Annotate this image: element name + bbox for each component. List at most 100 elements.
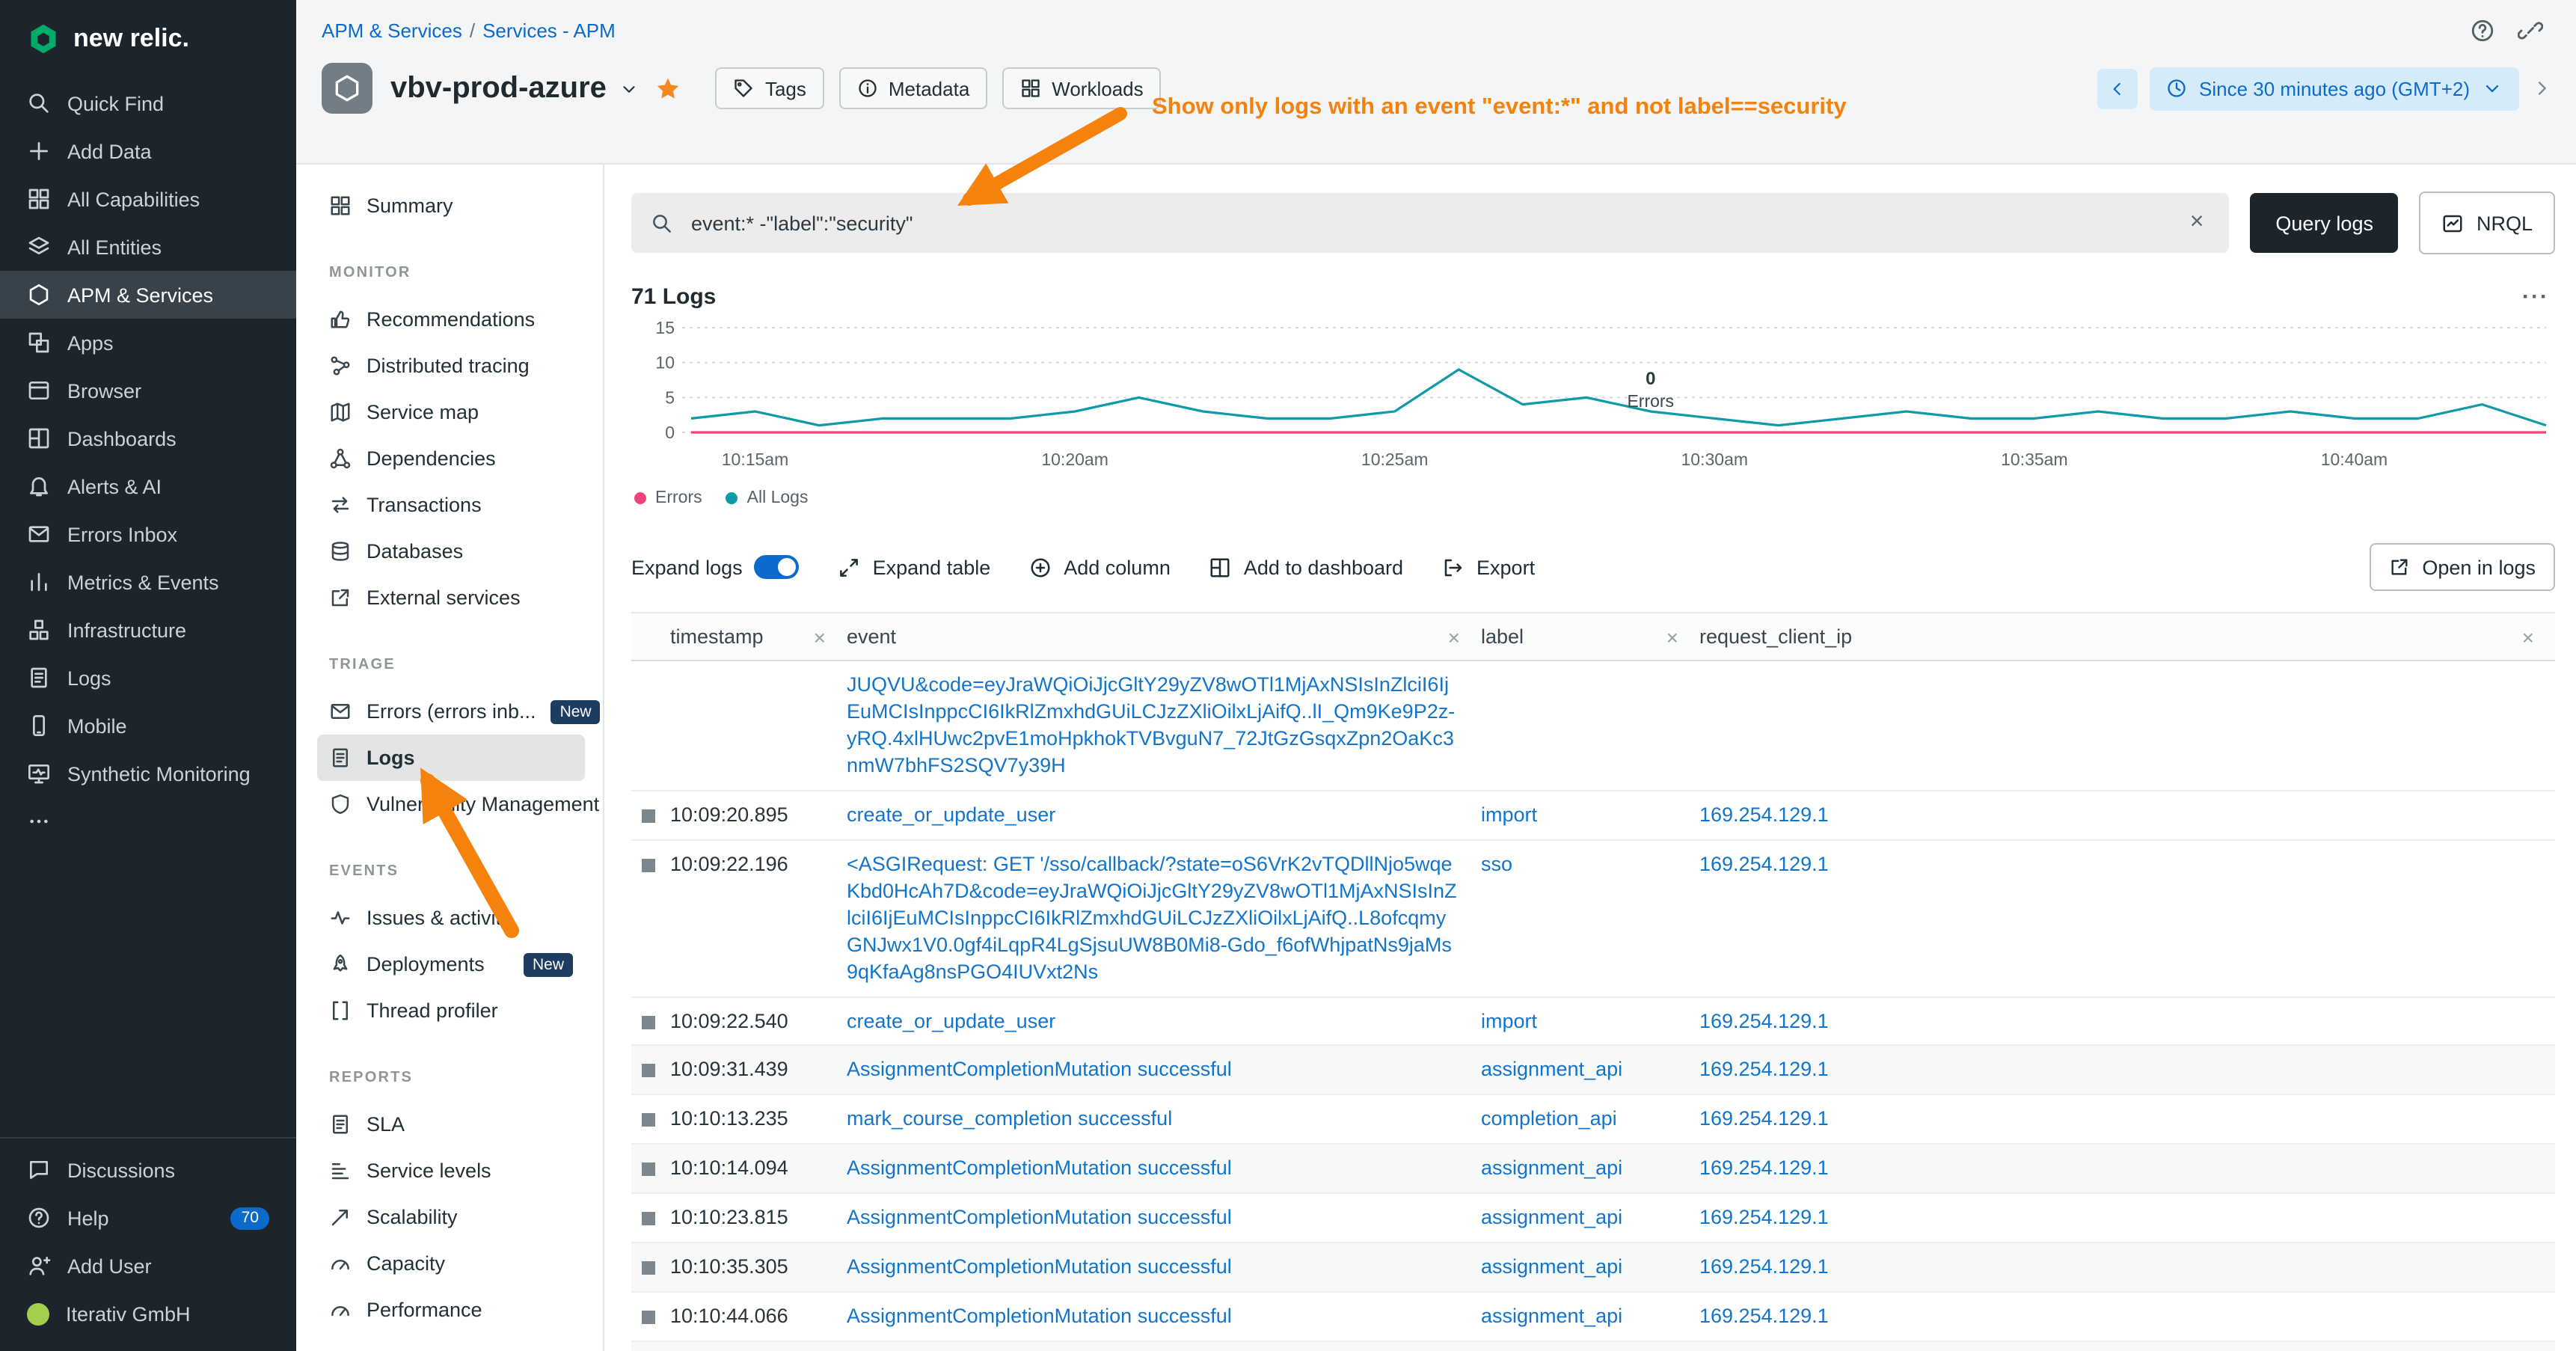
ip-link[interactable]: 169.254.129.1	[1699, 1256, 1829, 1278]
label-link[interactable]: assignment_api	[1481, 1256, 1622, 1278]
ip-link[interactable]: 169.254.129.1	[1699, 1207, 1829, 1229]
sidebar-item-infrastructure[interactable]: Infrastructure	[0, 606, 296, 654]
sidebar-item-more[interactable]	[0, 797, 296, 845]
open-in-logs-button[interactable]: Open in logs	[2370, 543, 2555, 591]
table-row[interactable]: 10:09:31.439AssignmentCompletionMutation…	[631, 1047, 2555, 1096]
sidebar-item-quick-find[interactable]: Quick Find	[0, 79, 296, 127]
service-sidebar-item-deployments[interactable]: DeploymentsNew	[317, 941, 585, 987]
sidebar-item-apm-services[interactable]: APM & Services	[0, 271, 296, 319]
sidebar-item-all-capabilities[interactable]: All Capabilities	[0, 175, 296, 223]
table-row[interactable]: JUQVU&code=eyJraWQiOiJjcGltY29yZV8wOTl1M…	[631, 661, 2555, 791]
remove-column-icon[interactable]: ×	[1666, 626, 1678, 647]
row-handle-icon[interactable]	[642, 1311, 655, 1325]
help-icon[interactable]	[2470, 18, 2495, 43]
time-forward-button[interactable]	[2531, 78, 2552, 99]
service-sidebar-item-service-levels[interactable]: Service levels	[317, 1148, 585, 1194]
log-query-input[interactable]	[688, 210, 2169, 236]
ip-link[interactable]: 169.254.129.1	[1699, 853, 1829, 875]
service-sidebar-item-databases[interactable]: Databases	[317, 528, 585, 575]
copy-link-icon[interactable]	[2518, 18, 2543, 43]
export-button[interactable]: Export	[1442, 556, 1535, 578]
service-sidebar-item-issues-activity[interactable]: Issues & activity	[317, 895, 585, 941]
table-row[interactable]: 10:10:23.815AssignmentCompletionMutation…	[631, 1195, 2555, 1244]
table-row[interactable]: 10:10:13.235mark_course_completion succe…	[631, 1096, 2555, 1145]
chip-tags[interactable]: Tags	[716, 67, 824, 109]
time-back-button[interactable]	[2097, 68, 2138, 108]
row-handle-icon[interactable]	[642, 1064, 655, 1078]
sidebar-item-add-data[interactable]: Add Data	[0, 127, 296, 175]
ip-link[interactable]: 169.254.129.1	[1699, 1009, 1829, 1032]
ip-link[interactable]: 169.254.129.1	[1699, 1305, 1829, 1328]
favorite-star-icon[interactable]	[656, 76, 681, 101]
label-link[interactable]: completion_api	[1481, 1108, 1617, 1130]
remove-column-icon[interactable]: ×	[2522, 626, 2534, 647]
table-row[interactable]: 10:10:35.305AssignmentCompletionMutation…	[631, 1244, 2555, 1293]
label-link[interactable]: assignment_api	[1481, 1157, 1622, 1180]
table-row[interactable]: 10:10:14.094AssignmentCompletionMutation…	[631, 1145, 2555, 1195]
ip-link[interactable]: 169.254.129.1	[1699, 803, 1829, 826]
row-handle-icon[interactable]	[642, 1015, 655, 1029]
remove-column-icon[interactable]: ×	[814, 626, 826, 647]
service-sidebar-item-sla[interactable]: SLA	[317, 1101, 585, 1148]
sidebar-item-alerts-ai[interactable]: Alerts & AI	[0, 462, 296, 510]
add-to-dashboard-button[interactable]: Add to dashboard	[1209, 556, 1403, 578]
service-sidebar-item-errors-errors-inb[interactable]: Errors (errors inb...New	[317, 688, 585, 735]
table-row[interactable]: 10:09:22.196<ASGIRequest: GET '/sso/call…	[631, 841, 2555, 998]
breadcrumb-apm-services[interactable]: APM & Services	[322, 19, 462, 42]
ip-link[interactable]: 169.254.129.1	[1699, 1157, 1829, 1180]
table-row[interactable]: 10:09:20.895create_or_update_userimport1…	[631, 791, 2555, 841]
service-sidebar-item-capacity[interactable]: Capacity	[317, 1240, 585, 1287]
legend-errors[interactable]: Errors	[634, 489, 702, 507]
more-options-icon[interactable]: ···	[2522, 284, 2549, 310]
new-relic-logo[interactable]: new relic.	[0, 0, 296, 73]
label-link[interactable]: import	[1481, 1009, 1537, 1032]
event-link[interactable]: AssignmentCompletionMutation successful	[847, 1305, 1232, 1328]
row-handle-icon[interactable]	[642, 859, 655, 872]
ip-link[interactable]: 169.254.129.1	[1699, 1059, 1829, 1081]
service-sidebar-item-distributed-tracing[interactable]: Distributed tracing	[317, 343, 585, 389]
service-sidebar-item-external-services[interactable]: External services	[317, 575, 585, 621]
expand-logs-toggle[interactable]	[755, 555, 800, 579]
query-logs-button[interactable]: Query logs	[2250, 193, 2399, 253]
sidebar-item-browser[interactable]: Browser	[0, 367, 296, 414]
sidebar-item-metrics-events[interactable]: Metrics & Events	[0, 558, 296, 606]
service-sidebar-item-thread-profiler[interactable]: Thread profiler	[317, 987, 585, 1034]
event-link[interactable]: create_or_update_user	[847, 1009, 1055, 1032]
label-link[interactable]: assignment_api	[1481, 1305, 1622, 1328]
sidebar-item-iterativ-gmbh[interactable]: Iterativ GmbH	[0, 1290, 296, 1338]
event-link[interactable]: create_or_update_user	[847, 803, 1055, 826]
time-picker[interactable]: Since 30 minutes ago (GMT+2)	[2150, 67, 2519, 110]
chip-metadata[interactable]: Metadata	[839, 67, 987, 109]
event-link[interactable]: <ASGIRequest: GET '/sso/callback/?state=…	[847, 853, 1457, 983]
event-link[interactable]: JUQVU&code=eyJraWQiOiJjcGltY29yZV8wOTl1M…	[847, 673, 1455, 776]
service-sidebar-item-logs[interactable]: Logs	[317, 735, 585, 781]
sidebar-item-add-user[interactable]: Add User	[0, 1242, 296, 1290]
row-handle-icon[interactable]	[642, 809, 655, 823]
sidebar-item-apps[interactable]: Apps	[0, 319, 296, 367]
breadcrumb-services-apm[interactable]: Services - APM	[482, 19, 616, 42]
label-link[interactable]: import	[1481, 803, 1537, 826]
table-row[interactable]: 10:10:49.051mark_course_completion succe…	[631, 1342, 2555, 1351]
service-sidebar-item-performance[interactable]: Performance	[317, 1287, 585, 1333]
service-sidebar-item-scalability[interactable]: Scalability	[317, 1194, 585, 1240]
clear-query-icon[interactable]: ×	[2184, 211, 2210, 235]
sidebar-item-all-entities[interactable]: All Entities	[0, 223, 296, 271]
entity-chevron-down-icon[interactable]	[620, 79, 640, 98]
add-column-button[interactable]: Add column	[1029, 556, 1171, 578]
event-link[interactable]: AssignmentCompletionMutation successful	[847, 1059, 1232, 1081]
ip-link[interactable]: 169.254.129.1	[1699, 1108, 1829, 1130]
sidebar-item-synthetic-monitoring[interactable]: Synthetic Monitoring	[0, 750, 296, 797]
sidebar-item-help[interactable]: Help70	[0, 1194, 296, 1242]
sidebar-item-errors-inbox[interactable]: Errors Inbox	[0, 510, 296, 558]
sidebar-item-mobile[interactable]: Mobile	[0, 702, 296, 750]
event-link[interactable]: AssignmentCompletionMutation successful	[847, 1256, 1232, 1278]
row-handle-icon[interactable]	[642, 1262, 655, 1275]
row-handle-icon[interactable]	[642, 1114, 655, 1127]
row-handle-icon[interactable]	[642, 1163, 655, 1177]
sidebar-item-logs[interactable]: Logs	[0, 654, 296, 702]
service-sidebar-item-summary[interactable]: Summary	[317, 183, 585, 229]
remove-column-icon[interactable]: ×	[1448, 626, 1460, 647]
label-link[interactable]: assignment_api	[1481, 1207, 1622, 1229]
label-link[interactable]: assignment_api	[1481, 1059, 1622, 1081]
event-link[interactable]: AssignmentCompletionMutation successful	[847, 1207, 1232, 1229]
